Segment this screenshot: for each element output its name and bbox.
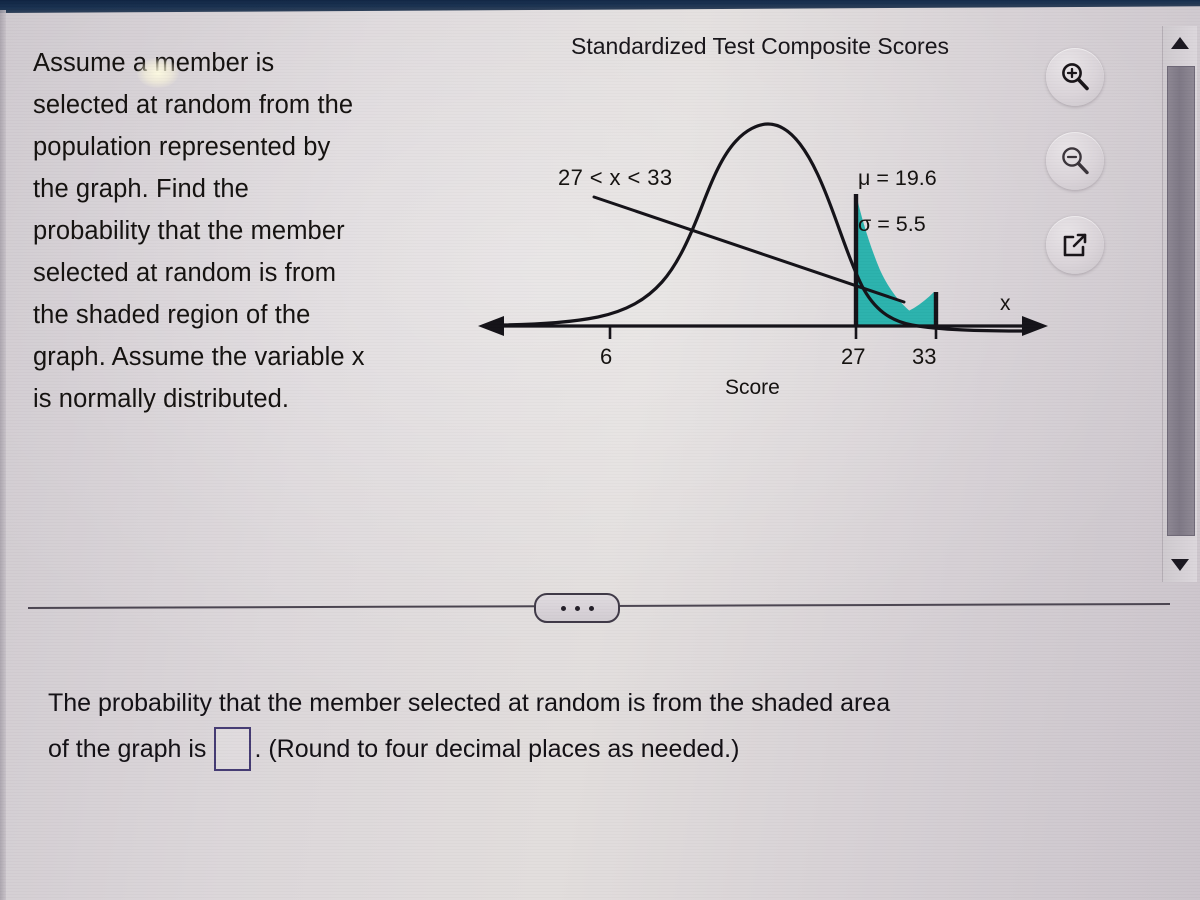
tick-label-33: 33 [912,344,937,369]
bell-curve [488,122,1028,333]
scroll-up-arrow-icon [1171,37,1189,49]
answer-suffix: . (Round to four decimal places as neede… [254,735,740,763]
x-axis-title: Score [725,376,780,399]
normal-distribution-figure: Standardized Test Composite Scores 27 < … [470,34,1070,414]
open-in-new-window-icon [1063,233,1087,257]
answer-prefix: of the graph is [48,735,207,763]
zoom-out-button[interactable] [1046,132,1104,190]
screen: Assume a member is selected at random fr… [0,0,1200,900]
zoom-out-icon [1062,147,1089,175]
probability-input[interactable] [214,727,252,771]
axis-variable-label: x [1000,292,1011,315]
mean-label: μ = 19.6 [858,166,937,190]
tick-label-27: 27 [841,344,866,369]
top-navy-band [0,0,1200,13]
tick-label-6: 6 [600,344,613,369]
normal-curve-svg [478,122,1048,339]
left-screen-edge [0,10,6,900]
zoom-in-button[interactable] [1046,48,1104,106]
scroll-down-button[interactable] [1163,548,1197,582]
vertical-scrollbar[interactable] [1162,26,1197,582]
scrollbar-thumb[interactable] [1167,66,1195,536]
zoom-in-icon [1062,63,1089,91]
open-external-button[interactable] [1046,216,1104,274]
answer-section: The probability that the member selected… [48,680,1158,772]
problem-prompt: Assume a member is selected at random fr… [33,49,365,413]
ellipsis-dot [574,605,580,611]
range-label: 27 < x < 33 [558,165,673,190]
answer-line-1: The probability that the member selected… [48,689,891,717]
ellipsis-dot [588,605,594,611]
scroll-up-button[interactable] [1163,26,1197,60]
x-axis-left-arrow [478,316,504,336]
more-options-button[interactable] [534,593,620,623]
ellipsis-dot [560,605,566,611]
x-axis-right-arrow [1022,316,1048,336]
figure-toolbar [1046,48,1114,300]
answer-line-2: of the graph is . (Round to four decimal… [48,726,1158,772]
std-dev-label: σ = 5.5 [858,212,926,236]
scroll-down-arrow-icon [1171,559,1189,571]
